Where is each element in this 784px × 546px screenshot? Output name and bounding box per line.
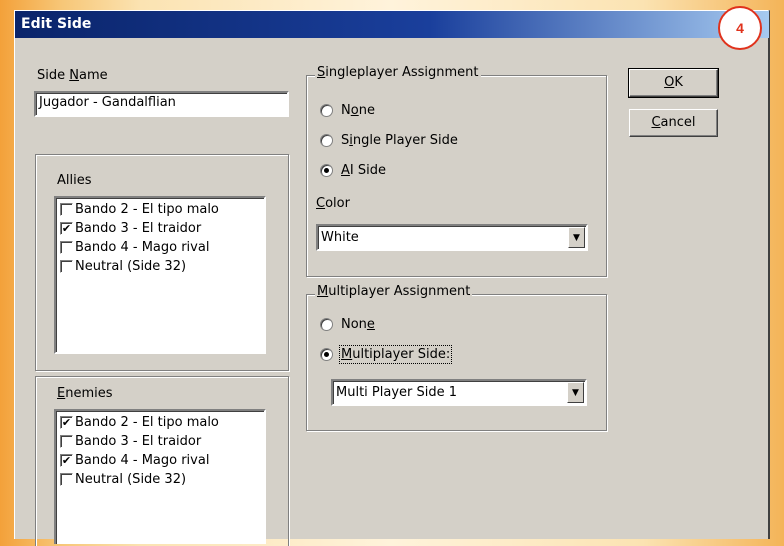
- list-item-label: Bando 4 - Mago rival: [75, 239, 210, 255]
- sp-none-radio[interactable]: No ne: [320, 103, 375, 118]
- radio-button[interactable]: [320, 348, 333, 361]
- multiplayer-side-select[interactable]: Multi Player Side 1 ▼: [331, 379, 587, 406]
- multiplayer-group: [306, 294, 607, 431]
- checkbox[interactable]: ✔: [60, 221, 73, 235]
- radio-button[interactable]: [320, 318, 333, 331]
- checkbox[interactable]: ✔: [60, 453, 73, 467]
- list-item[interactable]: ✔ Bando 4 - Mago rival: [60, 451, 209, 469]
- checkbox[interactable]: [60, 259, 73, 273]
- chevron-down-icon[interactable]: ▼: [567, 382, 584, 403]
- side-name-label: Side Name: [37, 68, 108, 83]
- color-select[interactable]: White ▼: [316, 224, 588, 251]
- allies-list[interactable]: Bando 2 - El tipo malo ✔ Bando 3 - El tra…: [54, 196, 266, 354]
- multiplayer-side-value: Multi Player Side 1: [336, 385, 458, 400]
- enemies-label: Enemies: [57, 386, 113, 401]
- sp-single-radio[interactable]: Si ngle Player Side: [320, 133, 458, 148]
- radio-button[interactable]: [320, 104, 333, 117]
- edit-side-dialog: Edit Side Side Name Jugador - Gandalflia…: [14, 10, 770, 546]
- radio-button[interactable]: [320, 164, 333, 177]
- radio-button[interactable]: [320, 134, 333, 147]
- list-item-label: Bando 2 - El tipo malo: [75, 414, 219, 430]
- mp-none-radio[interactable]: Non e: [320, 317, 375, 332]
- checkbox[interactable]: [60, 472, 73, 486]
- color-select-value: White: [321, 230, 359, 245]
- list-item[interactable]: ✔ Bando 3 - El traidor: [60, 219, 201, 237]
- list-item[interactable]: Bando 3 - El traidor: [60, 432, 201, 450]
- checkbox[interactable]: [60, 202, 73, 216]
- checkbox[interactable]: [60, 240, 73, 254]
- color-label: Color: [316, 196, 350, 211]
- singleplayer-title: Singleplayer Assignment: [315, 65, 481, 80]
- list-item[interactable]: Bando 4 - Mago rival: [60, 238, 209, 256]
- checkbox[interactable]: [60, 434, 73, 448]
- list-item[interactable]: Neutral (Side 32): [60, 470, 186, 488]
- ok-button[interactable]: OK: [628, 68, 719, 98]
- list-item[interactable]: Neutral (Side 32): [60, 257, 186, 275]
- step-number-badge: 4: [718, 6, 762, 50]
- mp-multi-label: Multiplayer Side:: [338, 345, 453, 364]
- dialog-title: Edit Side: [15, 11, 769, 38]
- side-name-input[interactable]: Jugador - Gandalflian: [34, 91, 289, 117]
- sp-ai-radio[interactable]: AI Side: [320, 163, 386, 178]
- checkbox[interactable]: ✔: [60, 415, 73, 429]
- allies-label: Allies: [57, 173, 92, 188]
- multiplayer-title: Multiplayer Assignment: [315, 284, 473, 299]
- list-item-label: Bando 3 - El traidor: [75, 433, 202, 449]
- cancel-button[interactable]: Cancel: [629, 109, 718, 137]
- chevron-down-icon[interactable]: ▼: [568, 227, 585, 248]
- list-item-label: Bando 2 - El tipo malo: [75, 201, 219, 217]
- enemies-list[interactable]: ✔ Bando 2 - El tipo malo Bando 3 - El tra…: [54, 409, 266, 544]
- list-item-label: Neutral (Side 32): [75, 258, 187, 274]
- list-item[interactable]: ✔ Bando 2 - El tipo malo: [60, 413, 219, 431]
- list-item-label: Bando 4 - Mago rival: [75, 452, 210, 468]
- mp-multi-radio[interactable]: Multiplayer Side:: [320, 345, 453, 364]
- list-item-label: Neutral (Side 32): [75, 471, 187, 487]
- list-item-label: Bando 3 - El traidor: [75, 220, 202, 236]
- list-item[interactable]: Bando 2 - El tipo malo: [60, 200, 219, 218]
